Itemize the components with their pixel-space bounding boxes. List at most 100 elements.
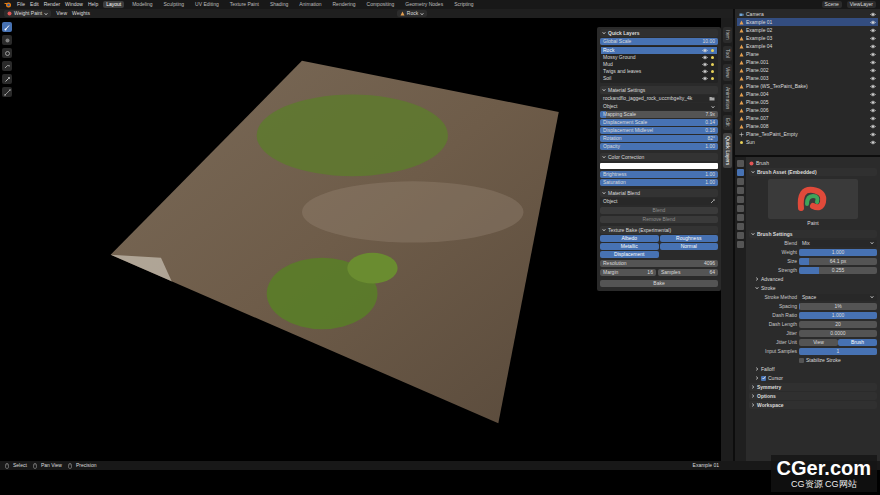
properties-tab[interactable]	[737, 169, 744, 176]
outliner-row[interactable]: Plane.007	[737, 114, 878, 122]
tool-button[interactable]	[2, 87, 12, 97]
object-dropdown[interactable]: Rock	[397, 10, 427, 17]
blend-button[interactable]: Remove Blend	[600, 216, 718, 223]
material-slider[interactable]: Rotation82°	[600, 135, 718, 142]
bake-map-toggle[interactable]: Displacement	[600, 251, 659, 258]
outliner-row[interactable]: Plane	[737, 50, 878, 58]
workspace-tab[interactable]: Geometry Nodes	[402, 1, 446, 8]
panel-header[interactable]: Texture Bake (Experimental)	[600, 226, 718, 234]
mode-dropdown[interactable]: Weight Paint	[4, 10, 51, 17]
checkbox[interactable]	[799, 358, 804, 363]
property-slider[interactable]: 20	[799, 321, 877, 328]
tool-button[interactable]	[2, 35, 12, 45]
viewport-canvas[interactable]	[20, 18, 597, 461]
sidebar-tab[interactable]: View	[723, 64, 732, 81]
layer-row[interactable]: Rock	[601, 47, 717, 54]
property-slider[interactable]: 1	[799, 348, 877, 355]
header-menu[interactable]: View	[56, 10, 67, 17]
property-slider[interactable]: 1.000	[799, 312, 877, 319]
global-scale-slider[interactable]: Global Scale10.00	[600, 38, 718, 45]
outliner-row[interactable]: Camera	[737, 10, 878, 18]
layer-row[interactable]: Soil	[601, 75, 717, 82]
property-slider[interactable]: 1%	[799, 303, 877, 310]
outliner-row[interactable]: Plane.003	[737, 74, 878, 82]
color-slider[interactable]: Brightness1.00	[600, 171, 718, 178]
bake-map-toggle[interactable]: Normal	[660, 243, 719, 250]
outliner-row[interactable]: Example 03	[737, 34, 878, 42]
bake-field[interactable]: Samples64	[658, 269, 718, 276]
property-slider[interactable]: 1.000	[799, 249, 877, 256]
dropdown[interactable]: Space	[799, 294, 877, 301]
texture-field[interactable]: rockandflo_jagged_rock_uccmbgelty_4k	[600, 95, 718, 102]
property-slider[interactable]: 64.1 px	[799, 258, 877, 265]
property-slider[interactable]: 0.255	[799, 267, 877, 274]
bake-button[interactable]: Bake	[600, 280, 718, 287]
property-slider[interactable]: 0.0000	[799, 330, 877, 337]
blend-button[interactable]: Blend	[600, 207, 718, 214]
color-swatch[interactable]	[600, 163, 718, 169]
color-slider[interactable]: Saturation1.00	[600, 179, 718, 186]
outliner-row[interactable]: Plane.006	[737, 106, 878, 114]
subpanel-header[interactable]: Stroke	[749, 284, 877, 292]
properties-tab[interactable]	[737, 232, 744, 239]
outliner-row[interactable]: Example 01	[737, 18, 878, 26]
properties-tab[interactable]	[737, 178, 744, 185]
panel-header[interactable]: Brush Settings	[749, 230, 877, 238]
workspace-tab[interactable]: Texture Paint	[227, 1, 262, 8]
workspace-tab[interactable]: Scripting	[451, 1, 476, 8]
panel-header[interactable]: Quick Layers	[600, 29, 718, 37]
blend-object-field[interactable]: Object	[600, 198, 718, 205]
subpanel-header[interactable]: Falloff	[749, 365, 877, 373]
workspace-tab[interactable]: UV Editing	[192, 1, 222, 8]
outliner-row[interactable]: Plane.005	[737, 98, 878, 106]
mapping-dropdown[interactable]: Object	[600, 103, 718, 110]
menu-item[interactable]: Window	[65, 1, 83, 8]
panel-header[interactable]: Color Correction	[600, 153, 718, 161]
sidebar-tab[interactable]: Item	[723, 27, 732, 43]
properties-tab[interactable]	[737, 241, 744, 248]
tool-button[interactable]	[2, 74, 12, 84]
choice-option[interactable]: View	[799, 339, 838, 346]
bake-map-toggle[interactable]: Albedo	[600, 235, 659, 242]
view-layer-selector[interactable]: ViewLayer	[847, 1, 876, 8]
panel-header[interactable]: Options	[749, 392, 877, 400]
layer-row[interactable]: Mossy Ground	[601, 54, 717, 61]
subpanel-header[interactable]: Advanced	[749, 275, 877, 283]
sidebar-tab[interactable]: Tool	[723, 46, 732, 61]
workspace-tab[interactable]: Layout	[103, 1, 124, 8]
sidebar-tab[interactable]: Edit	[723, 115, 732, 130]
material-slider[interactable]: Displacement Midlevel0.18	[600, 127, 718, 134]
panel-header[interactable]: Symmetry	[749, 383, 877, 391]
dropdown[interactable]: Mix	[799, 240, 877, 247]
scene-selector[interactable]: Scene	[822, 1, 842, 8]
properties-tab[interactable]	[737, 223, 744, 230]
menu-item[interactable]: Render	[44, 1, 60, 8]
layer-row[interactable]: Twigs and leaves	[601, 68, 717, 75]
properties-tab[interactable]	[737, 196, 744, 203]
menu-item[interactable]: Edit	[30, 1, 39, 8]
material-slider[interactable]: Opacity1.00	[600, 143, 718, 150]
properties-tab[interactable]	[737, 187, 744, 194]
outliner-row[interactable]: Plane.004	[737, 90, 878, 98]
layer-row[interactable]: Mud	[601, 61, 717, 68]
header-menu[interactable]: Weights	[72, 10, 90, 17]
panel-header[interactable]: Workspace	[749, 401, 877, 409]
properties-tab[interactable]	[737, 205, 744, 212]
workspace-tab[interactable]: Modeling	[129, 1, 155, 8]
material-slider[interactable]: Mapping Scale7.9x	[600, 111, 718, 118]
tool-button[interactable]	[2, 48, 12, 58]
tool-button[interactable]	[2, 61, 12, 71]
properties-tab[interactable]	[737, 214, 744, 221]
workspace-tab[interactable]: Compositing	[364, 1, 398, 8]
sidebar-tab[interactable]: Animation	[723, 84, 732, 112]
workspace-tab[interactable]: Sculpting	[161, 1, 188, 8]
panel-header[interactable]: Material Blend	[600, 189, 718, 197]
menu-item[interactable]: File	[17, 1, 25, 8]
bake-field[interactable]: Resolution4096	[600, 260, 718, 267]
workspace-tab[interactable]: Rendering	[329, 1, 358, 8]
panel-header[interactable]: Material Settings	[600, 86, 718, 94]
choice-option[interactable]: Brush	[838, 339, 877, 346]
outliner-row[interactable]: Plane_TexPaint_Empty	[737, 130, 878, 138]
outliner-row[interactable]: Plane.001	[737, 58, 878, 66]
brush-thumbnail[interactable]	[768, 179, 858, 219]
